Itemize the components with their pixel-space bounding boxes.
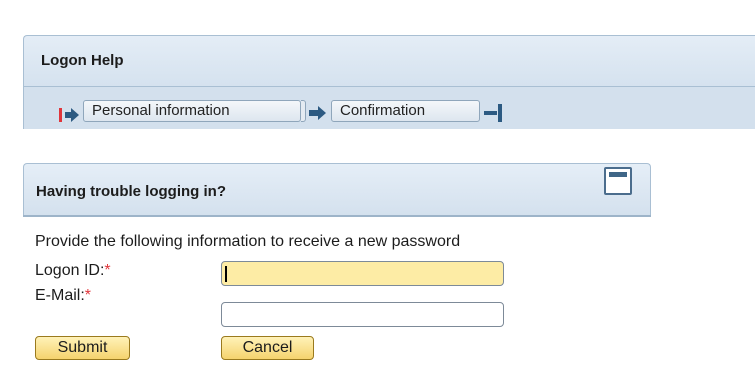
roadmap-step-cap	[301, 100, 306, 122]
roadmap-step-personal-information[interactable]: Personal information	[83, 100, 301, 122]
roadmap-end-icon	[484, 104, 502, 122]
page-title: Logon Help	[41, 52, 124, 69]
email-label-text: E-Mail:	[35, 287, 85, 304]
roadmap-step-label: Personal information	[92, 102, 230, 119]
minimize-icon	[609, 172, 627, 177]
text-cursor	[225, 266, 227, 282]
roadmap-start-icon	[59, 108, 79, 122]
logon-help-header: Logon Help	[23, 35, 755, 87]
logon-id-label-text: Logon ID:	[35, 262, 105, 279]
roadmap-step-label: Confirmation	[340, 102, 426, 119]
email-input[interactable]	[221, 302, 504, 327]
logon-id-label: Logon ID:*	[35, 262, 111, 280]
logon-help-page: Logon Help Personal information Confirma…	[0, 0, 755, 374]
submit-button[interactable]: Submit	[35, 336, 130, 360]
panel-instructions: Provide the following information to rec…	[35, 233, 461, 250]
email-label: E-Mail:*	[35, 287, 91, 305]
trouble-panel-header: Having trouble logging in?	[23, 163, 651, 215]
collapse-panel-button[interactable]	[604, 167, 632, 195]
required-marker: *	[104, 262, 111, 279]
roadmap-step-confirmation[interactable]: Confirmation	[331, 100, 480, 122]
roadmap-arrow-icon	[309, 106, 326, 120]
panel-title: Having trouble logging in?	[36, 183, 226, 200]
panel-divider	[23, 215, 651, 217]
required-marker: *	[84, 287, 92, 304]
logon-id-input[interactable]	[221, 261, 504, 286]
cancel-button[interactable]: Cancel	[221, 336, 314, 360]
